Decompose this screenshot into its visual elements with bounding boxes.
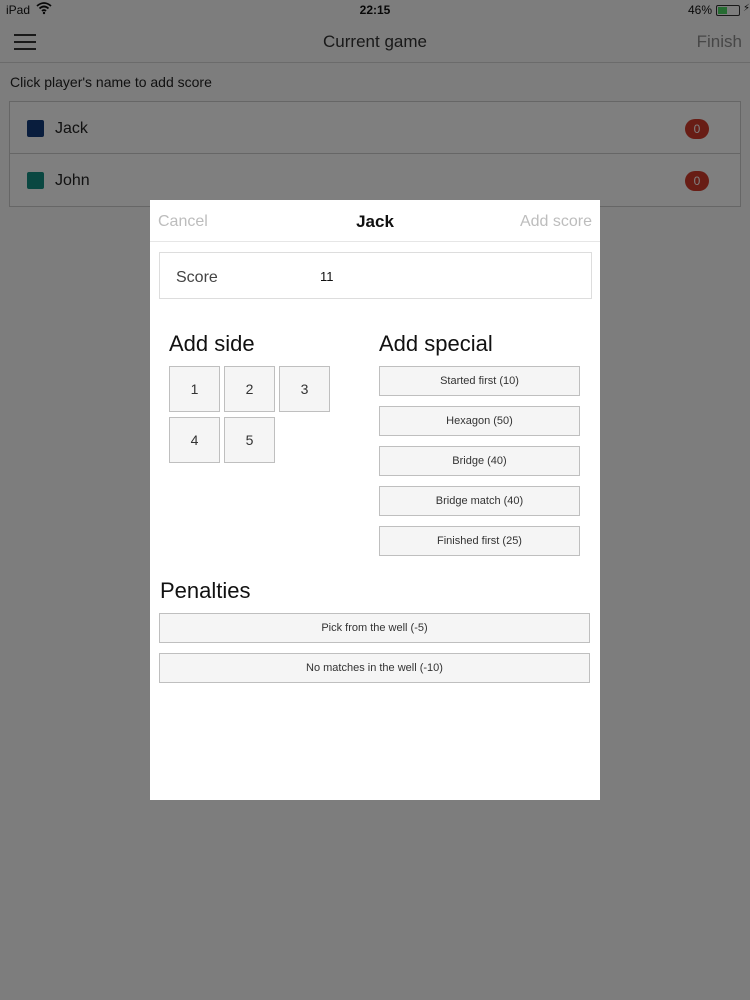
side-button-2[interactable]: 2	[224, 366, 275, 412]
special-finished-first-button[interactable]: Finished first (25)	[379, 526, 580, 556]
add-score-button[interactable]: Add score	[520, 213, 592, 231]
side-button-5[interactable]: 5	[224, 417, 275, 463]
add-score-modal: Cancel Jack Add score Score Add side 1 2…	[150, 200, 600, 800]
side-button-1[interactable]: 1	[169, 366, 220, 412]
penalties-heading: Penalties	[160, 578, 251, 603]
special-bridge-match-button[interactable]: Bridge match (40)	[379, 486, 580, 516]
score-input[interactable]	[320, 267, 570, 285]
side-button-4[interactable]: 4	[169, 417, 220, 463]
special-started-first-button[interactable]: Started first (10)	[379, 366, 580, 396]
score-field[interactable]: Score	[159, 252, 592, 299]
modal-header: Cancel Jack Add score	[150, 200, 600, 242]
penalty-no-matches-button[interactable]: No matches in the well (-10)	[159, 653, 590, 683]
side-button-3[interactable]: 3	[279, 366, 330, 412]
add-side-heading: Add side	[169, 331, 255, 356]
add-special-heading: Add special	[379, 331, 493, 356]
special-bridge-button[interactable]: Bridge (40)	[379, 446, 580, 476]
special-hexagon-button[interactable]: Hexagon (50)	[379, 406, 580, 436]
score-label: Score	[176, 269, 218, 286]
penalty-pick-from-well-button[interactable]: Pick from the well (-5)	[159, 613, 590, 643]
